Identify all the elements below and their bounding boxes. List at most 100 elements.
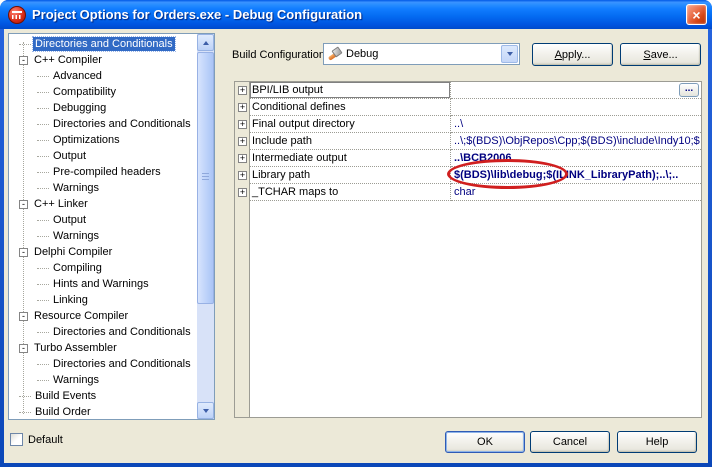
property-value[interactable]: ..\ bbox=[451, 116, 701, 133]
expand-plus-icon[interactable]: + bbox=[238, 188, 247, 197]
tree-connector bbox=[37, 172, 49, 173]
property-value[interactable]: ..\BCB2006 bbox=[451, 150, 701, 167]
property-row[interactable]: +Intermediate output..\BCB2006 bbox=[235, 150, 701, 167]
tree-item[interactable]: Directories and Conditionals bbox=[9, 324, 197, 340]
row-gutter: + bbox=[235, 150, 250, 167]
tree-item-label: Warnings bbox=[51, 229, 101, 243]
tree-item[interactable]: Build Events bbox=[9, 388, 197, 404]
titlebar[interactable]: Project Options for Orders.exe - Debug C… bbox=[0, 0, 712, 29]
tree-connector bbox=[37, 380, 49, 381]
expand-plus-icon[interactable]: + bbox=[238, 154, 247, 163]
property-name[interactable]: BPI/LIB output bbox=[250, 82, 451, 99]
window-title: Project Options for Orders.exe - Debug C… bbox=[32, 7, 362, 22]
expand-plus-icon[interactable]: + bbox=[238, 120, 247, 129]
tree-connector bbox=[37, 220, 49, 221]
expand-plus-icon[interactable]: + bbox=[238, 137, 247, 146]
property-value[interactable]: char bbox=[451, 184, 701, 201]
collapse-minus-icon[interactable]: - bbox=[19, 200, 28, 209]
tree-item-label: Output bbox=[51, 149, 88, 163]
ellipsis-button[interactable]: ... bbox=[679, 83, 699, 97]
apply-button[interactable]: Apply... bbox=[532, 43, 613, 66]
tree-item[interactable]: Debugging bbox=[9, 100, 197, 116]
tree-item[interactable]: Output bbox=[9, 148, 197, 164]
tree-indent bbox=[9, 140, 37, 141]
property-row[interactable]: +Conditional defines bbox=[235, 99, 701, 116]
tree-item[interactable]: Compatibility bbox=[9, 84, 197, 100]
tree-connector bbox=[37, 268, 49, 269]
tree-item[interactable]: Output bbox=[9, 212, 197, 228]
build-configuration-combo[interactable]: Debug bbox=[323, 43, 520, 65]
tree-item-label: Directories and Conditionals bbox=[51, 325, 193, 339]
tree-item[interactable]: -C++ Linker bbox=[9, 196, 197, 212]
scroll-up-icon[interactable] bbox=[197, 34, 214, 51]
property-row[interactable]: +BPI/LIB output... bbox=[235, 82, 701, 99]
tree-item[interactable]: Pre-compiled headers bbox=[9, 164, 197, 180]
tree-indent bbox=[9, 284, 37, 285]
tree-item-label: Output bbox=[51, 213, 88, 227]
help-button[interactable]: Help bbox=[617, 431, 697, 453]
expand-plus-icon[interactable]: + bbox=[238, 103, 247, 112]
tree-item[interactable]: Warnings bbox=[9, 228, 197, 244]
collapse-minus-icon[interactable]: - bbox=[19, 312, 28, 321]
row-gutter: + bbox=[235, 167, 250, 184]
tree-item-label: Build Order bbox=[33, 405, 93, 419]
tree-item[interactable]: Hints and Warnings bbox=[9, 276, 197, 292]
tree-item[interactable]: -Delphi Compiler bbox=[9, 244, 197, 260]
property-row[interactable]: +_TCHAR maps tochar bbox=[235, 184, 701, 201]
tree-indent bbox=[9, 92, 37, 93]
tree-item[interactable]: -Resource Compiler bbox=[9, 308, 197, 324]
property-value[interactable]: ... bbox=[451, 82, 701, 99]
tree-connector bbox=[37, 140, 49, 141]
tree-item[interactable]: Directories and Conditionals bbox=[9, 356, 197, 372]
tree-item[interactable]: -C++ Compiler bbox=[9, 52, 197, 68]
property-name[interactable]: Conditional defines bbox=[250, 99, 451, 116]
property-row[interactable]: +Library path$(BDS)\lib\debug;$(ILINK_Li… bbox=[235, 167, 701, 184]
expand-plus-icon[interactable]: + bbox=[238, 171, 247, 180]
property-name[interactable]: Library path bbox=[250, 167, 451, 184]
tree-item[interactable]: Advanced bbox=[9, 68, 197, 84]
expand-plus-icon[interactable]: + bbox=[238, 86, 247, 95]
tree-item[interactable]: Linking bbox=[9, 292, 197, 308]
property-value[interactable]: $(BDS)\lib\debug;$(ILINK_LibraryPath);..… bbox=[451, 167, 701, 184]
tree-item[interactable]: Warnings bbox=[9, 180, 197, 196]
property-name[interactable]: Final output directory bbox=[250, 116, 451, 133]
tree-item[interactable]: -Turbo Assembler bbox=[9, 340, 197, 356]
tree-item[interactable]: Directories and Conditionals bbox=[9, 116, 197, 132]
tree-indent bbox=[9, 300, 37, 301]
tree-item[interactable]: Warnings bbox=[9, 372, 197, 388]
tree-item-label: Debugging bbox=[51, 101, 108, 115]
default-checkbox[interactable] bbox=[10, 433, 23, 446]
property-row[interactable]: +Include path..\;$(BDS)\ObjRepos\Cpp;$(B… bbox=[235, 133, 701, 150]
tree-indent bbox=[9, 204, 19, 205]
tree-item[interactable]: Build Order bbox=[9, 404, 197, 419]
tree-indent bbox=[9, 156, 37, 157]
build-configuration-label: Build Configuration bbox=[232, 49, 325, 61]
collapse-minus-icon[interactable]: - bbox=[19, 248, 28, 257]
ok-button[interactable]: OK bbox=[445, 431, 525, 453]
cancel-button[interactable]: Cancel bbox=[530, 431, 610, 453]
save-button[interactable]: Save... bbox=[620, 43, 701, 66]
collapse-minus-icon[interactable]: - bbox=[19, 56, 28, 65]
tree-scrollbar[interactable] bbox=[197, 34, 214, 419]
tree-item-label: Advanced bbox=[51, 69, 104, 83]
close-icon[interactable]: × bbox=[686, 4, 707, 25]
combo-dropdown-button[interactable] bbox=[501, 45, 518, 63]
tree-connector bbox=[37, 284, 49, 285]
collapse-minus-icon[interactable]: - bbox=[19, 344, 28, 353]
tree-indent bbox=[9, 188, 37, 189]
property-name[interactable]: Intermediate output bbox=[250, 150, 451, 167]
scroll-thumb[interactable] bbox=[197, 52, 214, 304]
tree-connector bbox=[37, 124, 49, 125]
tree-item[interactable]: Optimizations bbox=[9, 132, 197, 148]
scroll-down-icon[interactable] bbox=[197, 402, 214, 419]
property-value[interactable]: ..\;$(BDS)\ObjRepos\Cpp;$(BDS)\include\I… bbox=[451, 133, 701, 150]
tree-item[interactable]: Compiling bbox=[9, 260, 197, 276]
property-name[interactable]: Include path bbox=[250, 133, 451, 150]
tree-item-label: Compiling bbox=[51, 261, 104, 275]
property-row[interactable]: +Final output directory..\ bbox=[235, 116, 701, 133]
tree-item[interactable]: Directories and Conditionals bbox=[9, 36, 197, 52]
property-name[interactable]: _TCHAR maps to bbox=[250, 184, 451, 201]
app-icon bbox=[8, 6, 26, 24]
property-value[interactable] bbox=[451, 99, 701, 116]
tree-indent bbox=[9, 332, 37, 333]
